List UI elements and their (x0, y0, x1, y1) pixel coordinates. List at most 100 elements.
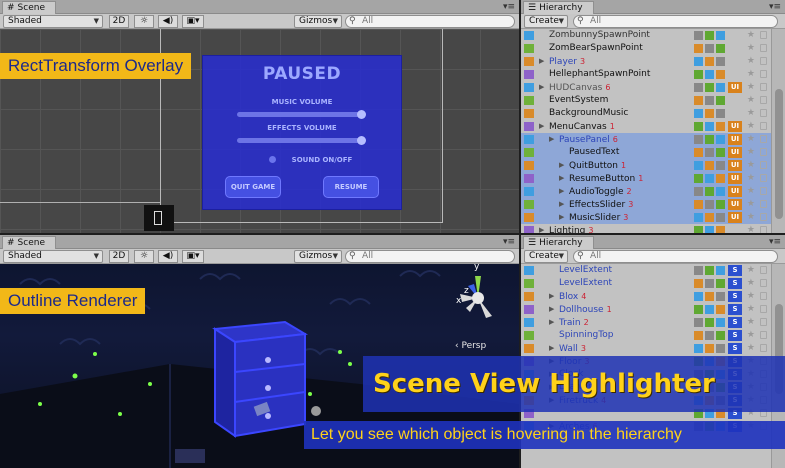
lock-icon[interactable] (760, 31, 767, 39)
expand-arrow-icon[interactable]: ▶ (539, 81, 544, 94)
hierarchy-tab[interactable]: ☰ Hierarchy (523, 1, 594, 14)
scene-tab[interactable]: # Scene (2, 1, 56, 14)
favorite-star-icon[interactable]: ★ (747, 94, 755, 107)
shading-dropdown[interactable]: Shaded ▼ (3, 250, 103, 263)
toggle-2d-button[interactable]: 2D (109, 15, 129, 28)
effects-toggle-icon[interactable]: ▣▾ (182, 250, 204, 263)
tab-menu-icon[interactable]: ▾≡ (769, 2, 781, 12)
hierarchy-search-input[interactable]: ⚲ All (573, 15, 778, 28)
hierarchy-row[interactable]: ▶ HUDCanvas 6 UI ★ (521, 81, 771, 94)
hierarchy-row[interactable]: ▶ Lighting 3 ★ (521, 224, 771, 233)
hierarchy-tab[interactable]: ☰ Hierarchy (523, 236, 594, 249)
hierarchy-row[interactable]: ▶ EffectsSlider 3 UI ★ (521, 198, 771, 211)
perspective-label[interactable]: ‹ Persp (455, 341, 486, 351)
scroll-thumb[interactable] (775, 89, 783, 219)
tab-menu-icon[interactable]: ▾≡ (769, 237, 781, 247)
favorite-star-icon[interactable]: ★ (747, 159, 755, 172)
favorite-star-icon[interactable]: ★ (747, 211, 755, 224)
lighting-toggle-icon[interactable]: ☼ (134, 15, 154, 28)
favorite-star-icon[interactable]: ★ (747, 55, 755, 68)
lock-icon[interactable] (760, 44, 767, 52)
expand-arrow-icon[interactable]: ▶ (559, 159, 564, 172)
hierarchy-row[interactable]: ▶ Player 3 ★ (521, 55, 771, 68)
expand-arrow-icon[interactable]: ▶ (549, 290, 554, 303)
lock-icon[interactable] (760, 70, 767, 78)
favorite-star-icon[interactable]: ★ (747, 120, 755, 133)
lock-icon[interactable] (760, 96, 767, 104)
lock-icon[interactable] (760, 200, 767, 208)
hierarchy-row[interactable]: ▶ ResumeButton 1 UI ★ (521, 172, 771, 185)
expand-arrow-icon[interactable]: ▶ (549, 342, 554, 355)
expand-arrow-icon[interactable]: ▶ (549, 303, 554, 316)
create-dropdown[interactable]: Create ▼ (524, 250, 568, 263)
hierarchy-row[interactable]: ZomBearSpawnPoint ★ (521, 42, 771, 55)
hierarchy-row[interactable]: LevelExtent S ★ (521, 277, 771, 290)
favorite-star-icon[interactable]: ★ (747, 342, 755, 355)
lock-icon[interactable] (760, 331, 767, 339)
gizmos-dropdown[interactable]: Gizmos ▼ (294, 15, 342, 28)
favorite-star-icon[interactable]: ★ (747, 303, 755, 316)
lock-icon[interactable] (760, 305, 767, 313)
hierarchy-row[interactable]: SpinningTop S ★ (521, 329, 771, 342)
create-dropdown[interactable]: Create ▼ (524, 15, 568, 28)
audio-toggle-icon[interactable]: ◀) (158, 250, 178, 263)
favorite-star-icon[interactable]: ★ (747, 29, 755, 42)
expand-arrow-icon[interactable]: ▶ (559, 185, 564, 198)
lock-icon[interactable] (760, 318, 767, 326)
orientation-gizmo-icon[interactable]: y z x (448, 264, 508, 328)
hierarchy-search-input[interactable]: ⚲ All (573, 250, 778, 263)
expand-arrow-icon[interactable]: ▶ (539, 55, 544, 68)
hierarchy-row[interactable]: ▶ AudioToggle 2 UI ★ (521, 185, 771, 198)
hierarchy-row[interactable]: LevelExtent S ★ (521, 264, 771, 277)
expand-arrow-icon[interactable]: ▶ (539, 120, 544, 133)
lock-icon[interactable] (760, 174, 767, 182)
favorite-star-icon[interactable]: ★ (747, 68, 755, 81)
hierarchy-row[interactable]: ▶ PausePanel 6 UI ★ (521, 133, 771, 146)
hierarchy-row[interactable]: ZombunnySpawnPoint ★ (521, 29, 771, 42)
hierarchy-row[interactable]: ▶ Wall 3 S ★ (521, 342, 771, 355)
hierarchy-row[interactable]: ▶ MenuCanvas 1 UI ★ (521, 120, 771, 133)
expand-arrow-icon[interactable]: ▶ (539, 224, 544, 233)
lock-icon[interactable] (760, 83, 767, 91)
favorite-star-icon[interactable]: ★ (747, 198, 755, 211)
expand-arrow-icon[interactable]: ▶ (559, 172, 564, 185)
favorite-star-icon[interactable]: ★ (747, 133, 755, 146)
favorite-star-icon[interactable]: ★ (747, 264, 755, 277)
lock-icon[interactable] (760, 226, 767, 233)
favorite-star-icon[interactable]: ★ (747, 81, 755, 94)
lock-icon[interactable] (760, 344, 767, 352)
favorite-star-icon[interactable]: ★ (747, 277, 755, 290)
favorite-star-icon[interactable]: ★ (747, 224, 755, 233)
lock-icon[interactable] (760, 109, 767, 117)
favorite-star-icon[interactable]: ★ (747, 42, 755, 55)
scene-search-input[interactable]: ⚲ All (345, 250, 515, 263)
effects-toggle-icon[interactable]: ▣▾ (182, 15, 204, 28)
expand-arrow-icon[interactable]: ▶ (549, 133, 554, 146)
scene-search-input[interactable]: ⚲ All (345, 15, 515, 28)
lock-icon[interactable] (760, 279, 767, 287)
favorite-star-icon[interactable]: ★ (747, 107, 755, 120)
hierarchy-row[interactable]: ▶ Blox 4 S ★ (521, 290, 771, 303)
gizmos-dropdown[interactable]: Gizmos ▼ (294, 250, 342, 263)
favorite-star-icon[interactable]: ★ (747, 146, 755, 159)
favorite-star-icon[interactable]: ★ (747, 290, 755, 303)
shading-dropdown[interactable]: Shaded ▼ (3, 15, 103, 28)
hierarchy-row[interactable]: ▶ MusicSlider 3 UI ★ (521, 211, 771, 224)
lock-icon[interactable] (760, 213, 767, 221)
hierarchy-scrollbar[interactable] (771, 29, 785, 233)
toggle-2d-button[interactable]: 2D (109, 250, 129, 263)
lock-icon[interactable] (760, 57, 767, 65)
audio-toggle-icon[interactable]: ◀) (158, 15, 178, 28)
hierarchy-row[interactable]: BackgroundMusic ★ (521, 107, 771, 120)
favorite-star-icon[interactable]: ★ (747, 316, 755, 329)
scene-tab[interactable]: # Scene (2, 236, 56, 249)
expand-arrow-icon[interactable]: ▶ (559, 211, 564, 224)
lock-icon[interactable] (760, 122, 767, 130)
hierarchy-row[interactable]: PausedText UI ★ (521, 146, 771, 159)
favorite-star-icon[interactable]: ★ (747, 185, 755, 198)
hierarchy-row[interactable]: ▶ Train 2 S ★ (521, 316, 771, 329)
tab-menu-icon[interactable]: ▾≡ (503, 2, 515, 12)
favorite-star-icon[interactable]: ★ (747, 172, 755, 185)
lock-icon[interactable] (760, 266, 767, 274)
tab-menu-icon[interactable]: ▾≡ (503, 237, 515, 247)
